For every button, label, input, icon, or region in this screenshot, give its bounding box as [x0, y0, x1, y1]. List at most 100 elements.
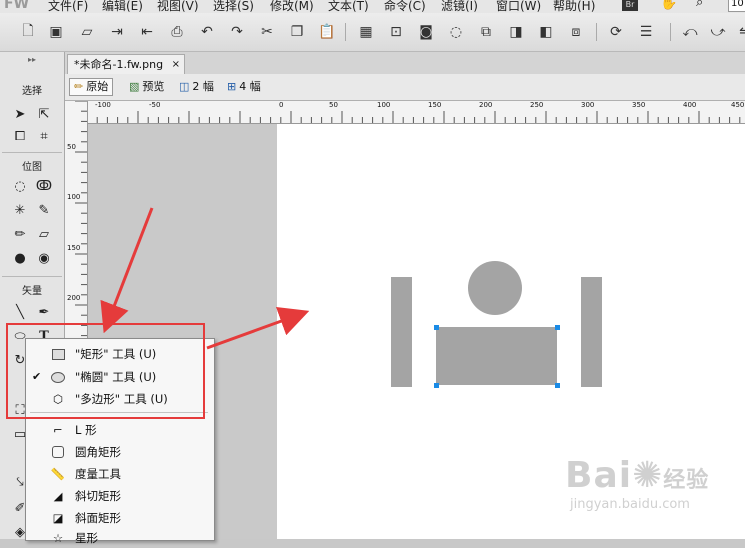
rotate-left-icon[interactable]: ⤺ [680, 22, 700, 42]
hand-icon[interactable]: ✋ [660, 0, 677, 11]
selected-rectangle-shape[interactable] [436, 327, 557, 385]
panel-divider [2, 152, 62, 153]
selection-handle[interactable] [434, 325, 439, 330]
watermark-brand-tail: 经验 [663, 468, 710, 493]
menu-item-l-shape[interactable]: ⌐ L 形 [26, 420, 214, 440]
redo-icon[interactable]: ↷ [227, 22, 247, 42]
chamfer-rect-icon: ◢ [53, 489, 63, 503]
v-ruler-label: 200 [67, 294, 81, 302]
menu-item-star[interactable]: ☆ 星形 [26, 528, 214, 548]
pointer-tool-icon[interactable]: ➤ [10, 104, 30, 124]
new-file-icon[interactable]: 🗋 [18, 22, 38, 42]
bitmap-section-label: 位图 [22, 162, 42, 173]
undo-icon[interactable]: ↶ [197, 22, 217, 42]
menu-window[interactable]: 窗口(W) [496, 0, 541, 13]
copy-icon[interactable]: ❐ [287, 22, 307, 42]
h-ruler-label: 50 [329, 101, 338, 109]
menu-item-label: 星形 [75, 531, 98, 545]
menu-item-rounded-rect[interactable]: 圆角矩形 [26, 442, 214, 462]
h-ruler-label: -100 [95, 101, 111, 109]
bridge-button[interactable]: Br [622, 0, 638, 11]
print-icon[interactable]: ⎙ [167, 22, 187, 42]
view-preview-button[interactable]: ▧ 预览 [125, 78, 168, 96]
view-4up-button[interactable]: ⊞ 4 幅 [223, 78, 265, 96]
import-icon[interactable]: ⇥ [107, 22, 127, 42]
toolbar-separator [345, 23, 346, 41]
view-original-label: 原始 [86, 80, 109, 93]
selection-handle[interactable] [555, 325, 560, 330]
view-2up-button[interactable]: ◫ 2 幅 [175, 78, 218, 96]
cut-icon[interactable]: ✂ [257, 22, 277, 42]
paste-icon[interactable]: 📋 [317, 22, 337, 42]
marquee-tool-icon[interactable]: ◌ [10, 176, 30, 196]
panel-grip[interactable]: ▸▸ [0, 55, 64, 64]
send-backward-icon[interactable]: ◧ [536, 22, 556, 42]
bring-forward-icon[interactable]: ◨ [506, 22, 526, 42]
circle-shape[interactable] [468, 261, 522, 315]
zoom-field[interactable]: 10 [728, 0, 745, 12]
vector-section-label: 矢量 [22, 286, 42, 297]
zoom-icon[interactable]: ⌕ [696, 0, 703, 10]
menu-modify[interactable]: 修改(M) [270, 0, 314, 13]
ungroup-icon[interactable]: ⊡ [386, 22, 406, 42]
bring-front-icon[interactable]: ⧉ [476, 22, 496, 42]
rotate-icon[interactable]: ⟳ [606, 22, 626, 42]
view-original-button[interactable]: ✏ 原始 [69, 78, 114, 96]
menu-commands[interactable]: 命令(C) [384, 0, 426, 13]
open-icon[interactable]: ▱ [77, 22, 97, 42]
menu-item-bevel-rect[interactable]: ◪ 斜面矩形 [26, 508, 214, 528]
rotate-right-icon[interactable]: ⤻ [708, 22, 728, 42]
main-toolbar: 🗋 ▣ ▱ ⇥ ⇤ ⎙ ↶ ↷ ✂ ❐ 📋 ▦ ⊡ ◙ ◌ ⧉ ◨ ◧ ⧈ ⟳ … [0, 13, 745, 52]
selection-handle[interactable] [434, 383, 439, 388]
scale-tool-icon[interactable]: ⧠ [10, 126, 30, 146]
menu-select[interactable]: 选择(S) [213, 0, 254, 13]
brush-tool-icon[interactable]: ✎ [34, 200, 54, 220]
close-icon[interactable]: × [172, 55, 180, 74]
line-tool-icon[interactable]: ╲ [10, 302, 30, 322]
blur-tool-icon[interactable]: ● [10, 248, 30, 268]
subselect-tool-icon[interactable]: ⇱ [34, 104, 54, 124]
watermark-url: jingyan.baidu.com [570, 497, 690, 512]
menu-item-label: L 形 [75, 423, 97, 437]
join-icon[interactable]: ◙ [416, 22, 436, 42]
lasso-tool-icon[interactable]: ↂ [34, 176, 54, 196]
flip-icon[interactable]: ⇋ [735, 22, 745, 42]
align-icon[interactable]: ☰ [636, 22, 656, 42]
rubber-stamp-tool-icon[interactable]: ◉ [34, 248, 54, 268]
menu-view[interactable]: 视图(V) [157, 0, 199, 13]
export-icon[interactable]: ⇤ [137, 22, 157, 42]
view-4up-label: 4 幅 [239, 80, 261, 93]
magic-wand-tool-icon[interactable]: ✳ [10, 200, 30, 220]
menu-item-chamfer-rect[interactable]: ◢ 斜切矩形 [26, 486, 214, 506]
v-ruler-label: 100 [67, 193, 81, 201]
menu-bar: FW 文件(F) 编辑(E) 视图(V) 选择(S) 修改(M) 文本(T) 命… [0, 0, 745, 13]
selection-handle[interactable] [555, 383, 560, 388]
menu-item-measure-tool[interactable]: 📏 度量工具 [26, 464, 214, 484]
document-tab-title: *未命名-1.fw.png [74, 58, 164, 71]
pencil-tool-icon[interactable]: ✏ [10, 224, 30, 244]
document-tab[interactable]: *未命名-1.fw.png × [67, 54, 185, 74]
watermark-brand: Bai [565, 455, 633, 496]
menu-file[interactable]: 文件(F) [48, 0, 88, 13]
menu-edit[interactable]: 编辑(E) [102, 0, 143, 13]
v-ruler-label: 50 [67, 143, 76, 151]
view-mode-bar: ✏ 原始 ▧ 预览 ◫ 2 幅 ⊞ 4 幅 [65, 74, 745, 101]
group-icon[interactable]: ▦ [356, 22, 376, 42]
eraser-tool-icon[interactable]: ▱ [34, 224, 54, 244]
save-icon[interactable]: ▣ [46, 22, 66, 42]
panel-divider [2, 276, 62, 277]
menu-filters[interactable]: 滤镜(I) [441, 0, 478, 13]
menu-text[interactable]: 文本(T) [328, 0, 369, 13]
menu-item-label: 度量工具 [75, 467, 121, 481]
h-ruler-label: 150 [428, 101, 442, 109]
split-icon[interactable]: ◌ [446, 22, 466, 42]
crop-tool-icon[interactable]: ⌗ [34, 126, 54, 146]
h-ruler-label: 400 [683, 101, 697, 109]
h-ruler-label: 0 [279, 101, 284, 109]
left-bar-shape[interactable] [391, 277, 412, 387]
send-back-icon[interactable]: ⧈ [566, 22, 586, 42]
h-ruler-label: 350 [632, 101, 646, 109]
menu-help[interactable]: 帮助(H) [553, 0, 595, 13]
pen-tool-icon[interactable]: ✒ [34, 302, 54, 322]
right-bar-shape[interactable] [581, 277, 602, 387]
